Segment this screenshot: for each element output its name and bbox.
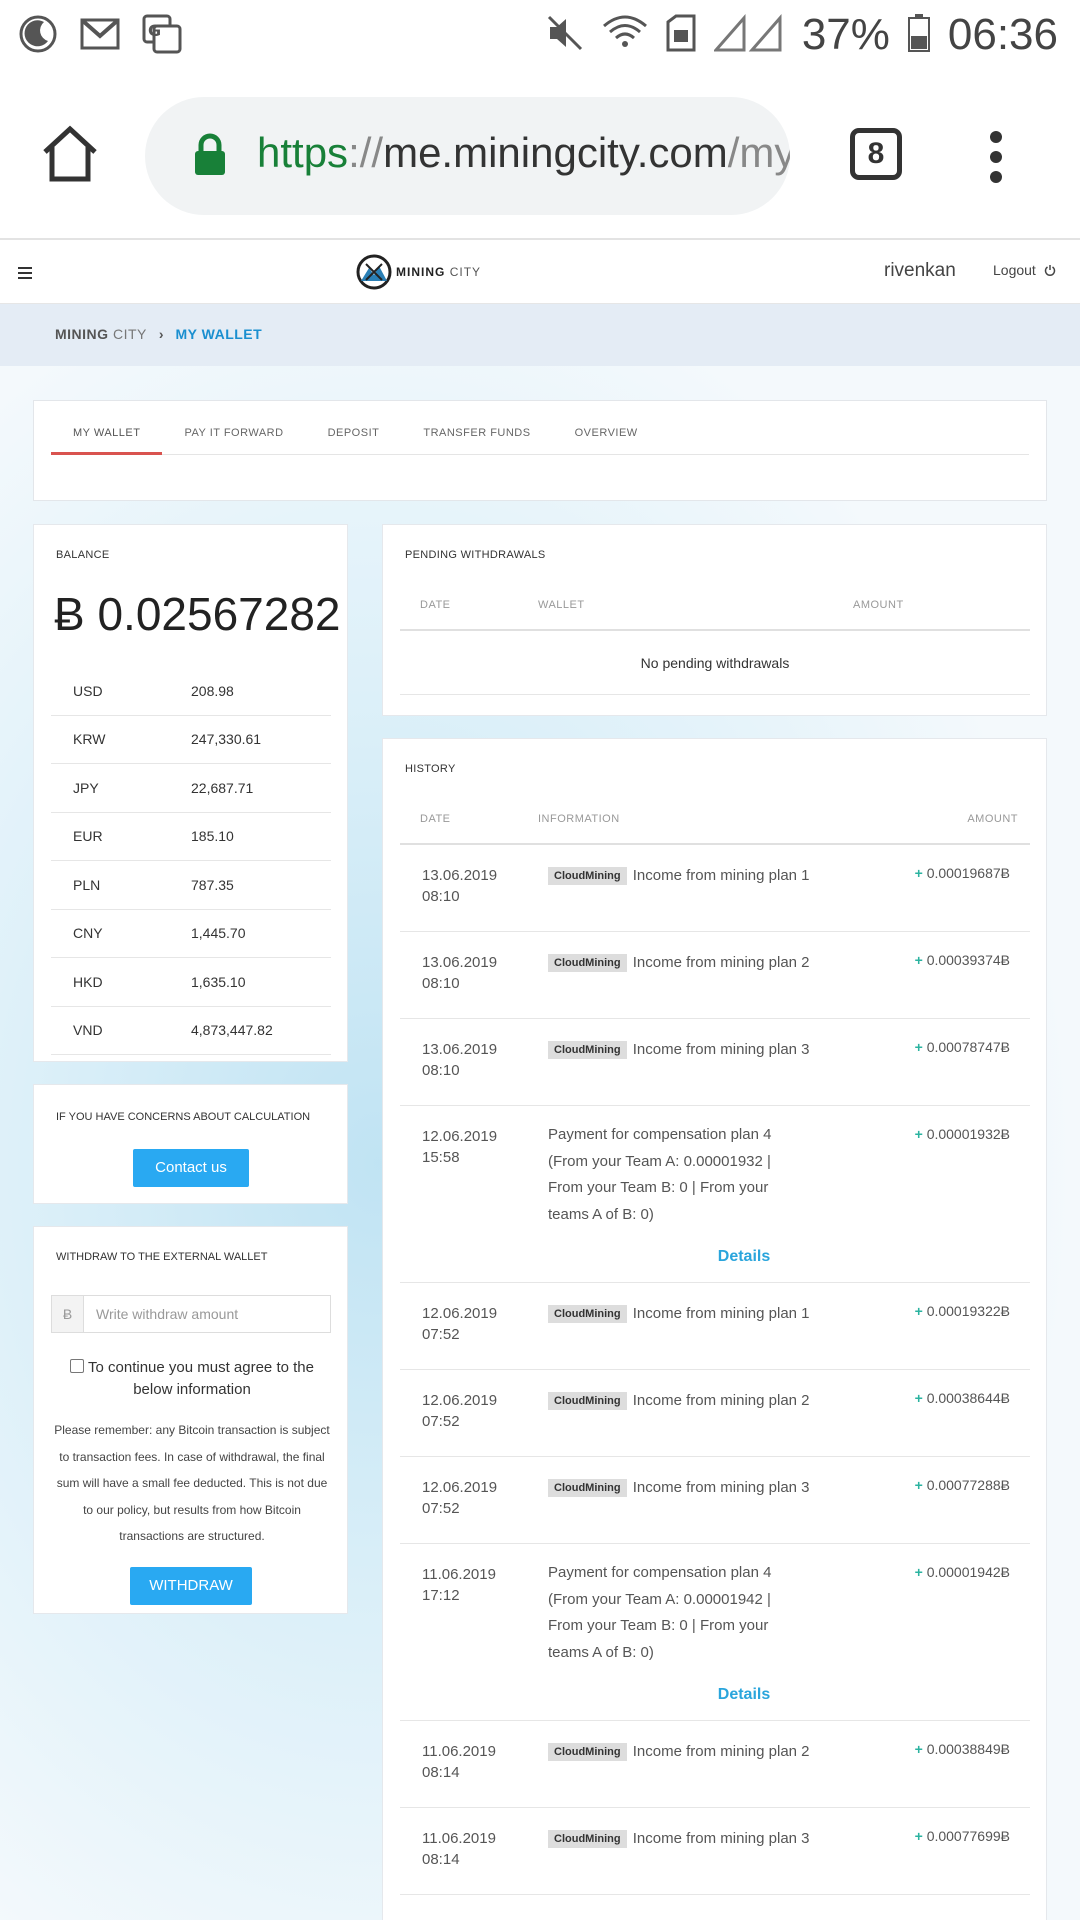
- history-row: 11.06.2019 08:14 CloudMining Income from …: [400, 1808, 1030, 1895]
- details-link[interactable]: Details: [400, 1686, 1030, 1704]
- balance-title: BALANCE: [56, 549, 110, 561]
- cloudmining-badge: CloudMining: [548, 1305, 627, 1323]
- mute-icon: [546, 14, 584, 57]
- history-row: 13.06.2019 08:10 CloudMining Income from …: [400, 845, 1030, 932]
- history-row: 12.06.2019 15:58 Payment for compensation…: [400, 1106, 1030, 1283]
- home-icon[interactable]: [40, 125, 100, 188]
- url-bar[interactable]: https://me.miningcity.com/my: [145, 97, 790, 215]
- hamburger-menu-icon[interactable]: [18, 267, 32, 282]
- cloudmining-badge: CloudMining: [548, 1392, 627, 1410]
- rate-row: KRW 247,330.61: [51, 716, 331, 764]
- bitcoin-icon: Ƀ: [52, 1296, 84, 1332]
- tab-overview[interactable]: OVERVIEW: [553, 423, 660, 455]
- currency-rates: USD 208.98 KRW 247,330.61 JPY 22,687.71 EUR…: [51, 667, 331, 1055]
- signal-icon: [712, 13, 784, 57]
- tab-transfer-funds[interactable]: TRANSFER FUNDS: [401, 423, 552, 455]
- tab-pay-it-forward[interactable]: PAY IT FORWARD: [162, 423, 305, 455]
- withdraw-amount-input[interactable]: [84, 1296, 330, 1332]
- history-row: 13.06.2019 08:10 CloudMining Income from …: [400, 1019, 1030, 1106]
- rate-row: PLN 787.35: [51, 861, 331, 910]
- history-row: 11.06.2019 08:14 CloudMining Income from …: [400, 1721, 1030, 1808]
- rate-row: JPY 22,687.71: [51, 764, 331, 813]
- more-menu-icon[interactable]: [990, 131, 1002, 191]
- agree-label: To continue you must agree to the below …: [62, 1357, 322, 1401]
- withdraw-amount-group: Ƀ: [51, 1295, 331, 1333]
- logo-mark-icon: [356, 254, 392, 290]
- breadcrumb: MINING CITY › MY WALLET: [0, 304, 1080, 366]
- col-information: INFORMATION: [538, 813, 620, 825]
- url-text: https://me.miningcity.com/my: [257, 129, 790, 176]
- cloudmining-badge: CloudMining: [548, 1830, 627, 1848]
- withdraw-card: WITHDRAW TO THE EXTERNAL WALLET Ƀ To con…: [33, 1226, 348, 1614]
- rate-row: USD 208.98: [51, 667, 331, 716]
- history-row: 12.06.2019 07:52 CloudMining Income from …: [400, 1370, 1030, 1457]
- cloudmining-badge: CloudMining: [548, 867, 627, 885]
- breadcrumb-root[interactable]: MINING CITY: [55, 326, 147, 342]
- svg-text:G: G: [148, 21, 161, 40]
- status-bar: G 37% 06:36: [0, 0, 1080, 75]
- page-content: MINING CITY rivenkan Logout MINING CITY …: [0, 240, 1080, 1920]
- browser-toolbar: https://me.miningcity.com/my 8: [0, 75, 1080, 240]
- balance-amount: Ƀ 0.02567282: [54, 588, 341, 640]
- pending-withdrawals-card: PENDING WITHDRAWALS DATE WALLET AMOUNT N…: [382, 524, 1047, 716]
- history-card: HISTORY DATE INFORMATION AMOUNT 13.06.20…: [382, 738, 1047, 1920]
- cloudmining-badge: CloudMining: [548, 1743, 627, 1761]
- col-date: DATE: [420, 599, 451, 611]
- history-row: 12.06.2019 07:52 CloudMining Income from …: [400, 1283, 1030, 1370]
- battery-percent: 37%: [801, 10, 890, 59]
- rate-row: EUR 185.10: [51, 813, 331, 861]
- site-logo[interactable]: MINING CITY: [356, 254, 481, 290]
- withdraw-title: WITHDRAW TO THE EXTERNAL WALLET: [56, 1251, 268, 1263]
- battery-icon: [907, 13, 930, 57]
- cloudmining-badge: CloudMining: [548, 954, 627, 972]
- history-row: 13.06.2019 08:10 CloudMining Income from …: [400, 932, 1030, 1019]
- username[interactable]: rivenkan: [884, 260, 956, 282]
- col-amount: AMOUNT: [967, 813, 1018, 825]
- history-row: 12.06.2019 07:52 CloudMining Income from …: [400, 1457, 1030, 1544]
- lock-icon: [193, 133, 227, 182]
- clock: 06:36: [947, 10, 1058, 59]
- rate-row: HKD 1,635.10: [51, 958, 331, 1007]
- details-link[interactable]: Details: [400, 1248, 1030, 1266]
- gmail-icon: [80, 18, 120, 55]
- history-row: 11.06.2019 17:12 Payment for compensation…: [400, 1544, 1030, 1721]
- translate-icon: G: [142, 14, 182, 59]
- cloudmining-badge: CloudMining: [548, 1041, 627, 1059]
- contact-us-button[interactable]: Contact us: [133, 1149, 249, 1187]
- col-date: DATE: [420, 813, 451, 825]
- col-amount: AMOUNT: [853, 599, 904, 611]
- tab-my-wallet[interactable]: MY WALLET: [51, 423, 163, 455]
- wifi-icon: [602, 14, 648, 57]
- pending-title: PENDING WITHDRAWALS: [405, 549, 546, 561]
- breadcrumb-current: MY WALLET: [175, 326, 263, 342]
- empty-state: No pending withdrawals: [400, 631, 1030, 695]
- rate-row: VND 4,873,447.82: [51, 1007, 331, 1055]
- concerns-title: IF YOU HAVE CONCERNS ABOUT CALCULATION: [56, 1111, 311, 1123]
- wallet-tabs-card: MY WALLET PAY IT FORWARD DEPOSIT TRANSFE…: [33, 400, 1047, 501]
- power-icon: [1044, 265, 1055, 276]
- tab-switcher-button[interactable]: 8: [850, 128, 902, 180]
- balance-card: BALANCE Ƀ 0.02567282 USD 208.98 KRW 247,33…: [33, 524, 348, 1062]
- agree-checkbox[interactable]: [70, 1359, 84, 1373]
- site-header: MINING CITY rivenkan Logout: [0, 240, 1080, 304]
- tab-deposit[interactable]: DEPOSIT: [306, 423, 402, 455]
- cloudmining-badge: CloudMining: [548, 1479, 627, 1497]
- history-title: HISTORY: [405, 763, 456, 775]
- fee-notice: Please remember: any Bitcoin transaction…: [54, 1423, 330, 1543]
- rate-row: CNY 1,445.70: [51, 910, 331, 958]
- pending-table-header: DATE WALLET AMOUNT: [400, 587, 1030, 631]
- concerns-card: IF YOU HAVE CONCERNS ABOUT CALCULATION C…: [33, 1084, 348, 1204]
- sim-icon: [666, 14, 696, 57]
- logout-button[interactable]: Logout: [993, 262, 1056, 278]
- wallet-tabs: MY WALLET PAY IT FORWARD DEPOSIT TRANSFE…: [51, 423, 1029, 455]
- moon-icon: [18, 14, 58, 59]
- breadcrumb-separator: ›: [158, 326, 164, 342]
- withdraw-button[interactable]: WITHDRAW: [130, 1567, 252, 1605]
- history-table-header: DATE INFORMATION AMOUNT: [400, 801, 1030, 845]
- col-wallet: WALLET: [538, 599, 585, 611]
